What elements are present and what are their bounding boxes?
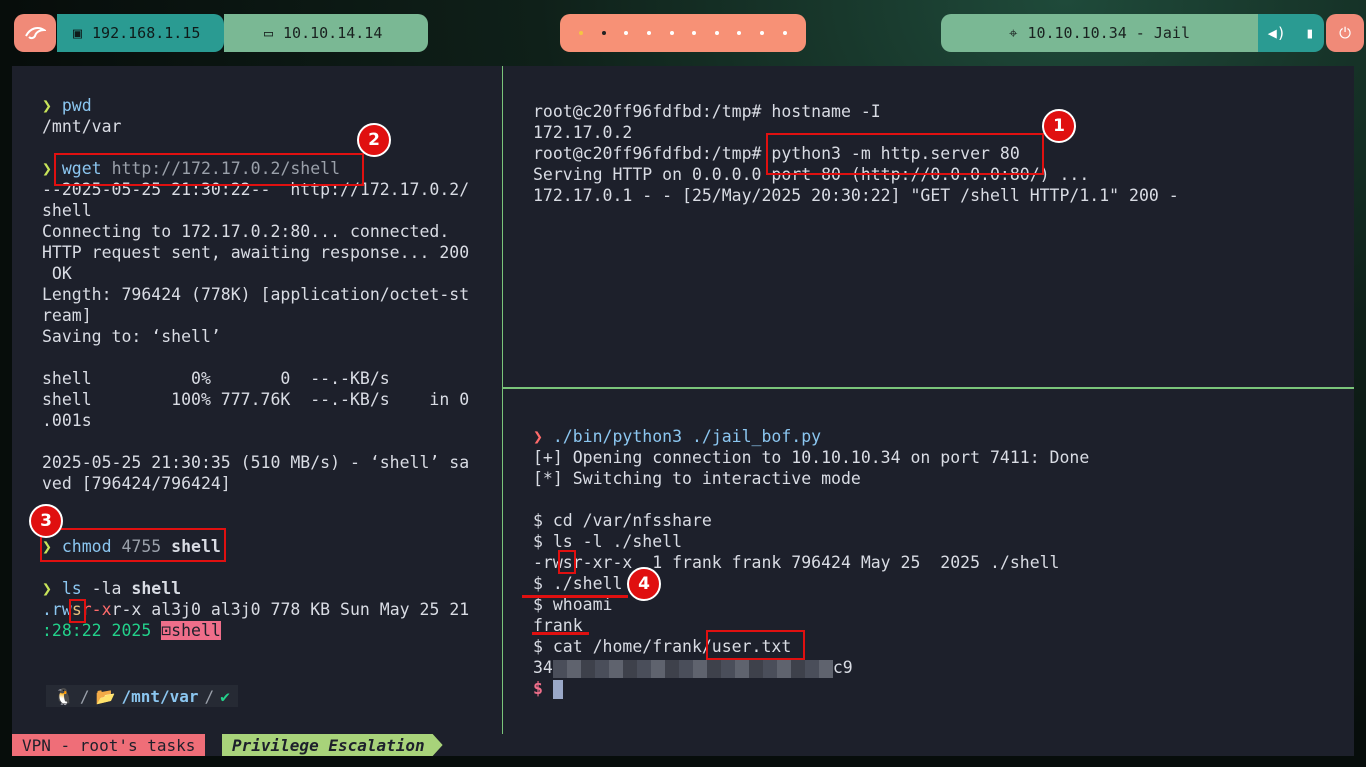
laptop-icon: ▭ <box>264 24 274 42</box>
output-line: [*] Switching to interactive mode <box>533 469 861 488</box>
ls-output-line: :28:22 2025 ⊡shell <box>42 621 221 640</box>
workspace-dot[interactable] <box>601 31 606 35</box>
output-line: Length: 796424 (778K) [application/octet… <box>42 285 470 304</box>
http-server-pane[interactable]: root@c20ff96fdfbd:/tmp# hostname -I 172.1… <box>503 66 1354 387</box>
system-tray[interactable]: ◀) ▮ <box>1258 14 1324 52</box>
annotation-badge: 2 <box>357 123 391 157</box>
output-line: /mnt/var <box>42 117 122 136</box>
top-bar: ▣ 192.168.1.15 ▭ 10.10.14.14 ⌖ 10.10.10.… <box>0 0 1366 66</box>
output-line: shell 0% 0 --.-KB/s <box>42 369 390 388</box>
success-check-icon: ✔ <box>220 686 230 706</box>
folder-icon: 📂 <box>95 686 116 706</box>
workspace-dot[interactable] <box>737 31 742 35</box>
workspace-dot[interactable] <box>647 31 652 35</box>
power-icon: ⏻ <box>1339 24 1351 42</box>
input-line[interactable]: $ <box>533 678 1089 699</box>
workspace-dot[interactable] <box>714 31 719 35</box>
power-button[interactable]: ⏻ <box>1326 14 1364 52</box>
annotation-box <box>558 550 576 574</box>
vpn-ip-widget[interactable]: ▭ 10.10.14.14 <box>224 14 428 52</box>
monitor-icon: ▣ <box>73 24 83 42</box>
output-line: OK <box>42 264 72 283</box>
output-line: $ ./shell <box>533 574 623 593</box>
workspace-dot[interactable] <box>782 31 787 35</box>
active-window-name[interactable]: Privilege Escalation <box>222 734 443 756</box>
output-line: $ cat /home/frank/user.txt <box>533 637 792 656</box>
output-line: 172.17.0.1 - - [25/May/2025 20:30:22] "G… <box>533 186 1179 205</box>
kali-dragon-icon <box>25 27 46 40</box>
annotation-underline <box>532 632 589 635</box>
output-line: -rwsr-xr-x 1 frank frank 796424 May 25 2… <box>533 553 1060 572</box>
output-line: root@c20ff96fdfbd:/tmp# hostname -I <box>533 102 881 121</box>
workspace-dot[interactable] <box>760 31 765 35</box>
annotation-box <box>54 153 364 186</box>
annotation-badge: 3 <box>29 504 63 538</box>
output-line: 2025-05-25 21:30:35 (510 MB/s) - ‘shell’… <box>42 453 470 472</box>
output-line: Saving to: ‘shell’ <box>42 327 221 346</box>
annotation-underline <box>522 595 628 598</box>
tmux-status-bar: VPN - root's tasks Privilege Escalation <box>12 734 1354 756</box>
exploit-command-line: ❯ ./bin/python3 ./jail_bof.py <box>533 427 822 446</box>
redacted-flag <box>552 659 833 678</box>
workspace-dot[interactable] <box>692 31 697 35</box>
crosshair-icon: ⌖ <box>1008 24 1018 42</box>
prompt-path: /mnt/var <box>121 686 199 706</box>
annotation-box <box>766 133 1044 175</box>
session-name[interactable]: VPN - root's tasks <box>12 734 206 756</box>
exploit-pane[interactable]: ❯ ./bin/python3 ./jail_bof.py [+] Openin… <box>503 389 1354 734</box>
output-line: HTTP request sent, awaiting response... … <box>42 243 470 262</box>
output-line: ❯ ls -la shell <box>42 579 182 598</box>
output-line: ved [796424/796424] <box>42 474 231 493</box>
kali-menu-button[interactable] <box>14 14 56 52</box>
annotation-box <box>40 528 226 562</box>
file-icon-label: ⊡shell <box>161 621 221 640</box>
linux-tux-icon: 🐧 <box>54 686 74 706</box>
local-ip-widget[interactable]: ▣ 192.168.1.15 <box>57 14 224 52</box>
annotation-badge: 4 <box>627 567 661 601</box>
output-line: frank <box>533 616 583 635</box>
workspace-dot[interactable] <box>624 31 629 35</box>
output-line: ream] <box>42 306 92 325</box>
battery-icon[interactable]: ▮ <box>1305 24 1314 42</box>
vpn-ip-label: 10.10.14.14 <box>283 24 383 42</box>
workspace-dot[interactable] <box>669 31 674 35</box>
ls-output-line: .rwsr-xr-x al3j0 al3j0 778 KB Sun May 25… <box>42 600 470 619</box>
target-label: 10.10.10.34 - Jail <box>1027 24 1190 42</box>
annotation-badge: 1 <box>1042 109 1076 143</box>
flag-line: 34 c9 <box>533 658 853 678</box>
output-line: [+] Opening connection to 10.10.10.34 on… <box>533 448 1090 467</box>
local-ip-label: 192.168.1.15 <box>92 24 201 42</box>
output-line: shell 100% 777.76K --.-KB/s in 0 <box>42 390 470 409</box>
cursor <box>552 680 563 699</box>
annotation-box <box>69 599 86 623</box>
annotation-box <box>706 630 805 660</box>
output-line: shell <box>42 201 92 220</box>
output-line: .001s <box>42 411 92 430</box>
output-line: ❯ pwd <box>42 96 92 115</box>
volume-icon[interactable]: ◀) <box>1268 24 1286 42</box>
workspace-switcher[interactable] <box>560 14 806 52</box>
output-line: $ ls -l ./shell <box>533 532 683 551</box>
output-line: Connecting to 172.17.0.2:80... connected… <box>42 222 450 241</box>
target-widget[interactable]: ⌖ 10.10.10.34 - Jail <box>941 14 1258 52</box>
ls-rest: r-x al3j0 al3j0 778 KB Sun May 25 21 <box>111 600 470 619</box>
output-line: $ cd /var/nfsshare <box>533 511 712 530</box>
workspace-dot[interactable] <box>579 31 584 35</box>
shell-prompt: 🐧 / 📂 /mnt/var / ✔ <box>46 685 238 707</box>
